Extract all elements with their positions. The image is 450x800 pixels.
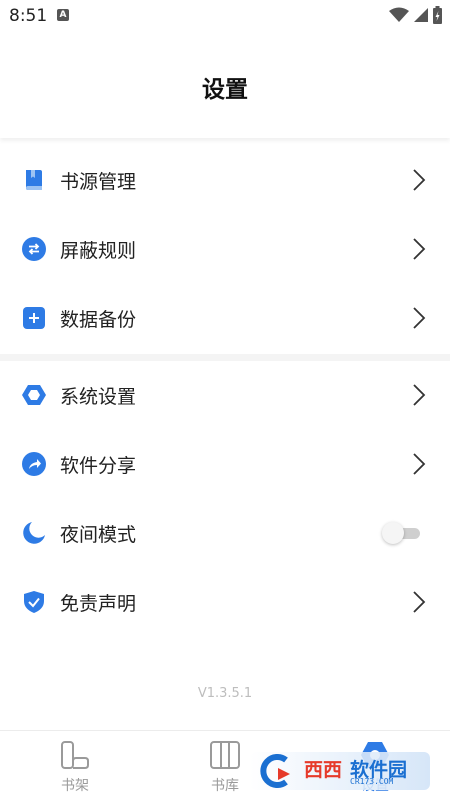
menu-item-label: 书源管理	[60, 171, 137, 193]
menu-item-data-backup[interactable]: 数据备份	[0, 284, 450, 353]
watermark-subtext: CR173.COM	[350, 777, 394, 786]
status-indicators	[389, 6, 442, 24]
menu-group-1: 书源管理 屏蔽规则 数据备份	[0, 146, 450, 354]
cell-signal-icon	[414, 8, 428, 22]
header: 设置	[0, 32, 450, 138]
chevron-right-icon	[413, 591, 426, 613]
battery-icon	[433, 6, 442, 24]
plus-square-icon	[23, 307, 45, 329]
hexagon-settings-icon	[22, 385, 46, 405]
tab-label: 书架	[61, 778, 89, 794]
watermark-text-red: 西西	[304, 759, 343, 781]
chevron-right-icon	[413, 307, 426, 329]
menu-item-book-source[interactable]: 书源管理	[0, 146, 450, 215]
menu-group-2: 系统设置 软件分享 夜间模式 免责声明	[0, 361, 450, 639]
moon-icon	[23, 522, 45, 544]
notification-icon: A	[57, 9, 69, 21]
menu-item-label: 夜间模式	[60, 524, 137, 546]
section-divider	[0, 354, 450, 361]
chevron-right-icon	[413, 238, 426, 260]
page-title: 设置	[202, 77, 248, 103]
wifi-icon	[389, 7, 409, 22]
shield-check-icon	[24, 591, 44, 613]
toggle-knob	[382, 522, 404, 544]
menu-item-label: 数据备份	[60, 309, 137, 331]
menu-item-label: 软件分享	[60, 455, 137, 477]
status-bar: 8:51 A	[0, 0, 450, 32]
status-time: 8:51	[9, 6, 48, 26]
night-mode-toggle[interactable]	[382, 522, 420, 544]
tab-bookshelf[interactable]: 书架	[0, 731, 150, 800]
menu-item-label: 系统设置	[60, 386, 137, 408]
menu-item-label: 屏蔽规则	[60, 240, 137, 262]
chevron-right-icon	[413, 453, 426, 475]
share-arrow-icon	[22, 452, 46, 476]
chevron-right-icon	[413, 169, 426, 191]
menu-item-night-mode: 夜间模式	[0, 499, 450, 568]
menu-item-disclaimer[interactable]: 免责声明	[0, 568, 450, 637]
bookshelf-icon	[61, 741, 89, 769]
swap-arrows-icon	[22, 237, 46, 261]
version-label: V1.3.5.1	[197, 686, 253, 701]
menu-item-share-app[interactable]: 软件分享	[0, 430, 450, 499]
chevron-right-icon	[413, 384, 426, 406]
watermark-logo: 西西 软件园 CR173.COM	[250, 752, 430, 792]
watermark-c-icon	[260, 754, 290, 788]
menu-item-label: 免责声明	[60, 593, 137, 615]
menu-item-block-rules[interactable]: 屏蔽规则	[0, 215, 450, 284]
menu-item-system-settings[interactable]: 系统设置	[0, 361, 450, 430]
library-icon	[210, 741, 240, 769]
book-source-icon	[26, 170, 42, 190]
